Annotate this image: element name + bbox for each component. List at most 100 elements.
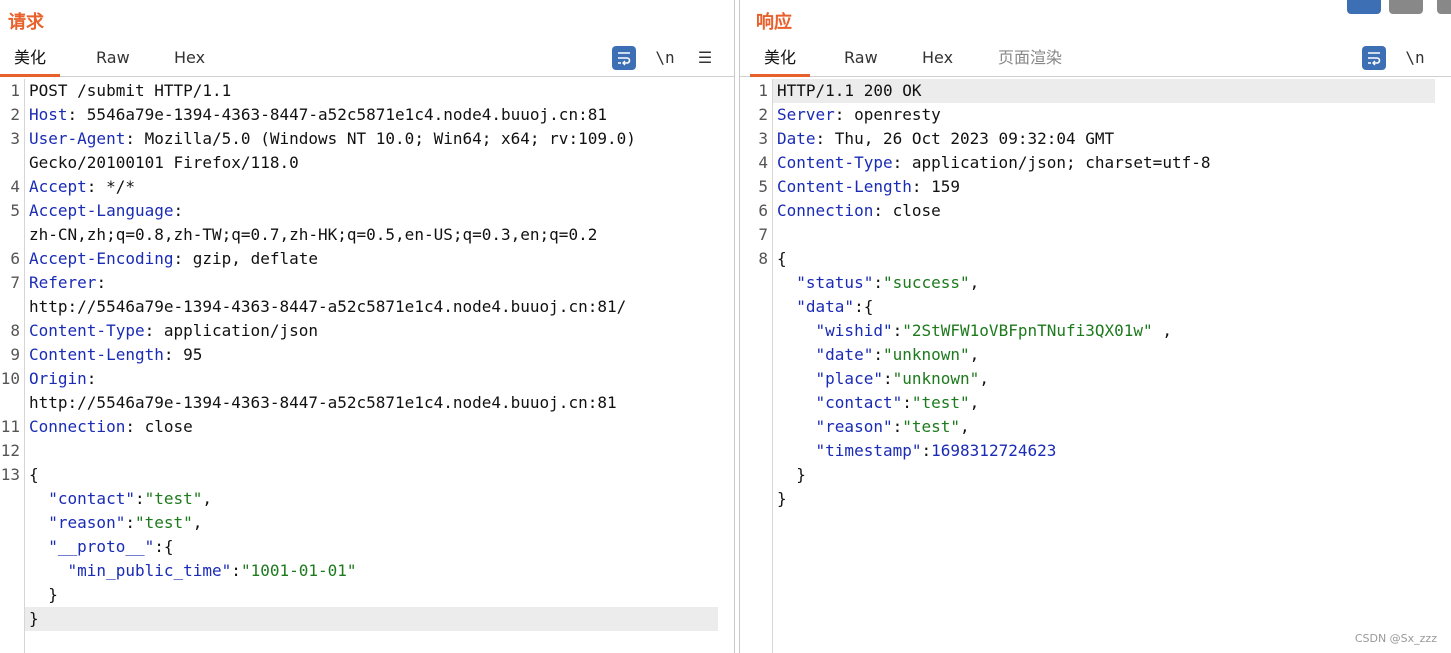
line-number: 13 xyxy=(0,465,20,484)
code-text: POST /submit HTTP/1.1 xyxy=(29,81,232,100)
code-line: "status":"success", xyxy=(777,271,979,295)
json-string: "test" xyxy=(902,417,961,436)
code-line: Content-Length: 159 xyxy=(777,175,960,199)
json-key: "data" xyxy=(796,297,855,316)
code-text: : 5546a79e-1394-4363-8447-a52c5871e1c4.n… xyxy=(67,105,607,124)
header-name: Connection xyxy=(777,201,874,220)
json-key: "__proto__" xyxy=(48,537,155,556)
header-name: Origin xyxy=(29,369,87,388)
code-text: HTTP/1.1 200 OK xyxy=(777,81,922,100)
code-text: , xyxy=(969,273,980,292)
code-text: , xyxy=(960,417,970,436)
code-text: } xyxy=(777,465,806,484)
code-text: , xyxy=(969,345,980,364)
line-number: 5 xyxy=(10,201,20,220)
line-number: 4 xyxy=(10,177,20,196)
response-tab-hex[interactable]: Hex xyxy=(908,44,967,74)
wrap-icon[interactable] xyxy=(612,46,636,70)
header-name: Referer xyxy=(29,273,97,292)
code-text: : xyxy=(882,369,893,388)
code-line: { xyxy=(777,247,787,271)
layout-single-icon[interactable] xyxy=(1437,0,1451,14)
header-name: Accept-Language xyxy=(29,201,174,220)
header-name: Server xyxy=(777,105,835,124)
header-name: Host xyxy=(29,105,68,124)
json-string: "1001-01-01" xyxy=(240,561,357,580)
code-text: : 95 xyxy=(163,345,203,364)
response-tab-render[interactable]: 页面渲染 xyxy=(984,44,1076,74)
request-editor[interactable]: 1 POST /submit HTTP/1.1 2 Host: 5546a79e-13… xyxy=(0,79,734,653)
json-number: 1698312724623 xyxy=(931,441,1057,460)
response-tab-pretty[interactable]: 美化 xyxy=(750,44,811,77)
code-line: } xyxy=(29,583,58,607)
line-number: 9 xyxy=(10,345,20,364)
layout-split-icon[interactable] xyxy=(1347,0,1381,14)
line-number: 5 xyxy=(758,177,768,196)
code-text: , xyxy=(1152,321,1172,340)
code-line: zh-CN,zh;q=0.8,zh-TW;q=0.7,zh-HK;q=0.5,e… xyxy=(29,223,597,247)
layout-stacked-icon[interactable] xyxy=(1389,0,1423,14)
header-name: Content-Length xyxy=(777,177,912,196)
request-pane: 请求 美化 Raw Hex \n ☰ 1 POST /submit HTTP/1.… xyxy=(0,0,734,653)
wrap-icon[interactable] xyxy=(1362,46,1386,70)
line-number: 7 xyxy=(758,225,768,244)
request-tab-hex[interactable]: Hex xyxy=(160,44,219,74)
code-line: } xyxy=(777,487,787,511)
request-tab-pretty[interactable]: 美化 xyxy=(0,44,61,77)
request-tab-raw[interactable]: Raw xyxy=(82,44,144,74)
line-number: 1 xyxy=(10,81,20,100)
code-text: : close xyxy=(125,417,193,436)
code-line: "contact":"test", xyxy=(777,391,980,415)
json-key: "contact" xyxy=(815,393,903,412)
code-text: : openresty xyxy=(834,105,941,124)
line-number: 6 xyxy=(10,249,20,268)
json-string: "unknown" xyxy=(892,369,980,388)
header-name: Date xyxy=(777,129,816,148)
json-key: "wishid" xyxy=(815,321,893,340)
watermark: CSDN @Sx_zzz xyxy=(1354,632,1437,645)
line-number: 3 xyxy=(758,129,768,148)
code-line: Accept: */* xyxy=(29,175,135,199)
header-name: Content-Type xyxy=(29,321,145,340)
code-text: : */* xyxy=(86,177,135,196)
header-name: Content-Length xyxy=(29,345,164,364)
code-text: , xyxy=(969,393,980,412)
code-line: Content-Length: 95 xyxy=(29,343,202,367)
code-text: , xyxy=(192,513,203,532)
code-text: } xyxy=(29,585,58,604)
code-line: http://5546a79e-1394-4363-8447-a52c5871e… xyxy=(29,391,617,415)
code-text: : xyxy=(892,321,903,340)
code-text: : 159 xyxy=(911,177,961,196)
line-number: 11 xyxy=(0,417,20,436)
newline-toggle-icon[interactable]: \n xyxy=(652,46,678,70)
header-name: User-Agent xyxy=(29,129,126,148)
json-string: "2StWFW1oVBFpnTNufi3QX01w" xyxy=(902,321,1153,340)
code-text: : xyxy=(231,561,241,580)
response-tabbar: 美化 Raw Hex 页面渲染 \n xyxy=(740,44,1451,77)
line-number: 3 xyxy=(10,129,20,148)
json-key: "min_public_time" xyxy=(67,561,232,580)
code-text: : xyxy=(173,201,184,220)
response-tab-raw[interactable]: Raw xyxy=(830,44,892,74)
newline-toggle-icon[interactable]: \n xyxy=(1402,46,1428,70)
code-line: } xyxy=(777,463,806,487)
code-text: http://5546a79e-1394-4363-8447-a52c5871e… xyxy=(29,393,617,412)
code-text: : Mozilla/5.0 (Windows NT 10.0; Win64; x… xyxy=(125,129,636,148)
line-number: 8 xyxy=(10,321,20,340)
code-line: POST /submit HTTP/1.1 xyxy=(29,79,231,103)
menu-icon[interactable]: ☰ xyxy=(692,46,718,70)
header-name: Content-Type xyxy=(777,153,893,172)
json-key: "timestamp" xyxy=(815,441,922,460)
code-line: Accept-Encoding: gzip, deflate xyxy=(29,247,318,271)
code-text: { xyxy=(29,465,39,484)
line-number: 10 xyxy=(0,369,20,388)
code-line: "reason":"test", xyxy=(29,511,202,535)
code-text: : xyxy=(921,441,932,460)
response-editor[interactable]: 1 HTTP/1.1 200 OK 2 Server: openresty 3 Date:… xyxy=(740,79,1451,653)
